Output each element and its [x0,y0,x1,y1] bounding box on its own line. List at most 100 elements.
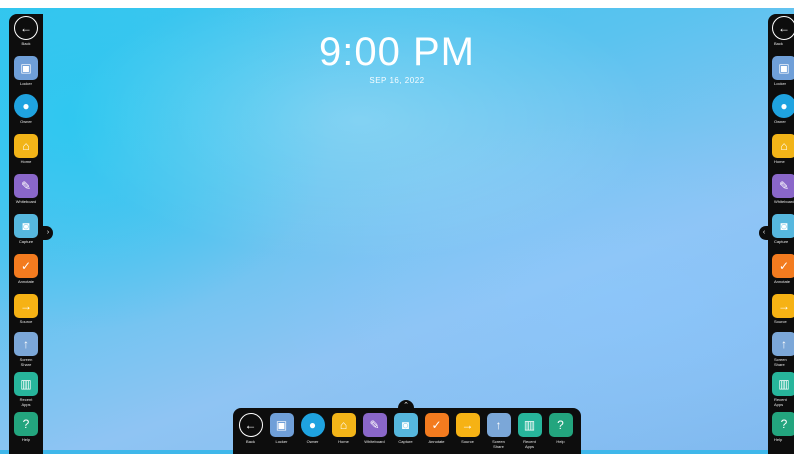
app-label: Screen Share [492,439,505,449]
app-label: Help [556,439,565,444]
owner-icon: ● [300,413,325,437]
app-source-button[interactable]: → Source [772,294,794,324]
right-sidebar: ← Back ▣ Locker ● Owner ⌂ Home ✎ Whiteboard ◙ Captu… [768,14,794,454]
app-source-button[interactable]: → Source [452,413,483,444]
recent-apps-icon: ▥ [772,372,794,396]
app-label: Screen Share [774,357,787,367]
app-label: Recent Apps [523,439,536,449]
app-back-button[interactable]: ← Back [235,413,266,444]
annotate-icon: ✓ [772,254,794,278]
app-capture-button[interactable]: ◙ Capture [9,214,43,244]
app-annotate-button[interactable]: ✓ Annotate [772,254,794,284]
clock-time: 9:00 PM [319,30,475,74]
app-owner-button[interactable]: ● Owner [772,94,794,124]
app-label: Capture [18,239,34,244]
app-annotate-button[interactable]: ✓ Annotate [421,413,452,444]
whiteboard-icon: ✎ [772,174,794,198]
whiteboard-icon: ✎ [14,174,38,198]
app-screen-share-button[interactable]: ↑ Screen Share [9,332,43,367]
app-label: Annotate [428,439,445,444]
recent-apps-icon: ▥ [14,372,38,396]
app-label: Owner [774,119,786,124]
app-help-button[interactable]: ? Help [772,412,794,442]
app-whiteboard-button[interactable]: ✎ Whiteboard [772,174,794,204]
home-icon: ⌂ [772,134,794,158]
app-recent-apps-button[interactable]: ▥ Recent Apps [9,372,43,407]
screen-share-icon: ↑ [14,332,38,356]
app-locker-button[interactable]: ▣ Locker [772,56,794,86]
app-label: Help [21,437,31,442]
app-label: Back [246,439,255,444]
app-label: Source [774,319,787,324]
owner-icon: ● [14,94,38,118]
app-label: Capture [774,239,789,244]
clock-date: SEP 16, 2022 [369,76,425,85]
home-icon: ⌂ [331,413,356,437]
app-label: Locker [275,439,288,444]
app-annotate-button[interactable]: ✓ Annotate [9,254,43,284]
back-arrow-icon: ← [14,16,38,40]
app-label: Recent Apps [774,397,787,407]
app-label: Annotate [17,279,34,284]
app-locker-button[interactable]: ▣ Locker [9,56,43,86]
app-label: Source [19,319,33,324]
app-home-button[interactable]: ⌂ Home [328,413,359,444]
top-edge [0,0,794,8]
camera-icon: ◙ [772,214,794,238]
camera-icon: ◙ [14,214,38,238]
camera-icon: ◙ [393,413,418,437]
app-screen-share-button[interactable]: ↑ Screen Share [772,332,794,367]
app-label: Whiteboard [15,199,37,204]
app-capture-button[interactable]: ◙ Capture [390,413,421,444]
app-help-button[interactable]: ? Help [9,412,43,442]
app-label: Owner [20,119,32,124]
app-source-button[interactable]: → Source [9,294,43,324]
app-label: Help [774,437,783,442]
app-recent-apps-button[interactable]: ▥ Recent Apps [514,413,545,449]
recent-apps-icon: ▥ [517,413,542,437]
app-label: Back [774,41,783,46]
app-label: Annotate [774,279,791,284]
home-icon: ⌂ [14,134,38,158]
annotate-icon: ✓ [424,413,449,437]
app-home-button[interactable]: ⌂ Home [9,134,43,164]
back-arrow-icon: ← [238,413,263,437]
right-sidebar-toggle[interactable]: ‹ [759,226,769,240]
app-locker-button[interactable]: ▣ Locker [266,413,297,444]
app-whiteboard-button[interactable]: ✎ Whiteboard [9,174,43,204]
source-icon: → [14,294,38,318]
app-label: Owner [306,439,319,444]
locker-icon: ▣ [14,56,38,80]
app-label: Locker [774,81,787,86]
app-label: Home [338,439,349,444]
app-label: Whiteboard [364,439,385,444]
bottom-dock: ← Back ▣ Locker ● Owner ⌂ Home ✎ Whiteboard ◙ Captu… [233,408,581,454]
help-icon: ? [14,412,38,436]
locker-icon: ▣ [269,413,294,437]
screen-share-icon: ↑ [486,413,511,437]
app-back-button[interactable]: ← Back [9,16,43,46]
app-help-button[interactable]: ? Help [545,413,576,444]
app-owner-button[interactable]: ● Owner [9,94,43,124]
app-label: Home [774,159,785,164]
app-capture-button[interactable]: ◙ Capture [772,214,794,244]
locker-icon: ▣ [772,56,794,80]
help-icon: ? [772,412,794,436]
app-recent-apps-button[interactable]: ▥ Recent Apps [772,372,794,407]
app-back-button[interactable]: ← Back [772,16,794,46]
annotate-icon: ✓ [14,254,38,278]
screen-share-icon: ↑ [772,332,794,356]
help-icon: ? [548,413,573,437]
whiteboard-icon: ✎ [362,413,387,437]
app-screen-share-button[interactable]: ↑ Screen Share [483,413,514,449]
app-label: Capture [398,439,413,444]
left-sidebar: ← Back ▣ Locker ● Owner ⌂ Home ✎ Whiteboard ◙ Captu… [9,14,43,454]
app-owner-button[interactable]: ● Owner [297,413,328,444]
owner-icon: ● [772,94,794,118]
app-whiteboard-button[interactable]: ✎ Whiteboard [359,413,390,444]
app-label: Recent Apps [19,397,33,407]
back-arrow-icon: ← [772,16,794,40]
app-label: Screen Share [19,357,33,367]
app-home-button[interactable]: ⌂ Home [772,134,794,164]
app-label: Source [461,439,474,444]
